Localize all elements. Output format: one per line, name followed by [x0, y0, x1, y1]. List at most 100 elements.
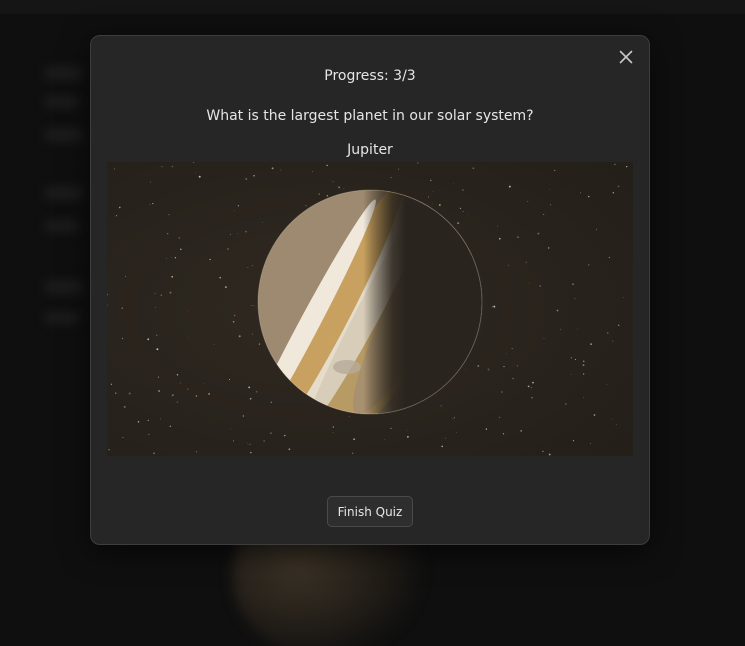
finish-quiz-button[interactable]: Finish Quiz [327, 496, 413, 527]
star [219, 276, 221, 279]
star [332, 432, 334, 434]
star [441, 445, 443, 448]
star [332, 426, 334, 428]
star [271, 167, 274, 170]
background-item [44, 280, 84, 294]
star [188, 337, 190, 339]
star [583, 373, 585, 375]
star [527, 385, 530, 388]
star [110, 383, 113, 385]
star [498, 237, 501, 240]
star [178, 237, 181, 239]
background-item [44, 312, 80, 324]
star [532, 381, 534, 384]
background-item [44, 186, 84, 200]
star [611, 418, 613, 420]
star [270, 401, 272, 403]
star [407, 436, 409, 438]
star [459, 207, 462, 210]
star [556, 309, 559, 312]
star [427, 196, 429, 198]
background-topbar [0, 0, 745, 14]
star [617, 185, 620, 188]
star [485, 428, 488, 430]
star [158, 390, 161, 392]
star [547, 247, 550, 249]
star [457, 222, 460, 225]
star [593, 414, 596, 416]
star [125, 275, 126, 277]
star [343, 188, 345, 189]
star [187, 311, 188, 313]
star [280, 169, 282, 171]
star [548, 453, 551, 456]
star [150, 181, 152, 183]
star [440, 405, 442, 407]
star [505, 353, 507, 355]
star [326, 164, 328, 167]
star [123, 405, 126, 408]
star [543, 338, 545, 339]
star [332, 181, 334, 183]
star [262, 222, 263, 223]
star [160, 294, 163, 297]
star [570, 373, 572, 375]
star [579, 192, 582, 194]
star [574, 359, 577, 361]
star [253, 174, 255, 177]
star [249, 443, 251, 446]
star [195, 172, 197, 174]
star [390, 176, 392, 179]
star [503, 366, 505, 368]
star [209, 258, 211, 261]
background-item [44, 220, 80, 232]
star [167, 233, 169, 235]
star [430, 179, 432, 182]
star [348, 416, 350, 417]
star [326, 195, 329, 197]
star [622, 297, 624, 299]
star [572, 440, 575, 442]
star [137, 421, 140, 423]
close-button[interactable] [615, 46, 637, 68]
star [608, 256, 611, 259]
star [502, 433, 505, 435]
star [148, 433, 150, 435]
star [251, 305, 253, 307]
star [311, 171, 313, 172]
star [626, 165, 628, 168]
star [508, 264, 510, 266]
star [198, 175, 201, 178]
star [384, 438, 386, 440]
star [255, 390, 258, 393]
star [516, 365, 518, 367]
star [128, 392, 131, 395]
star [438, 204, 441, 206]
star [228, 378, 231, 381]
star [237, 205, 240, 207]
star [203, 383, 205, 385]
star [227, 248, 229, 250]
star [353, 438, 355, 441]
star [606, 383, 608, 385]
star [549, 189, 550, 190]
star [253, 305, 255, 306]
star [247, 442, 248, 444]
star [543, 213, 545, 215]
star [528, 282, 530, 284]
star [116, 215, 118, 217]
star [398, 168, 400, 170]
star [154, 292, 156, 295]
jupiter-image [107, 162, 633, 456]
star [147, 338, 150, 341]
star [121, 337, 124, 340]
progress-text: Progress: 3/3 [324, 68, 416, 84]
quiz-modal: Progress: 3/3 What is the largest planet… [90, 35, 650, 545]
star [554, 169, 556, 172]
star [432, 190, 434, 192]
star [169, 425, 172, 428]
star [417, 162, 419, 164]
background-item [44, 66, 84, 80]
star [498, 416, 501, 419]
star [156, 334, 158, 336]
